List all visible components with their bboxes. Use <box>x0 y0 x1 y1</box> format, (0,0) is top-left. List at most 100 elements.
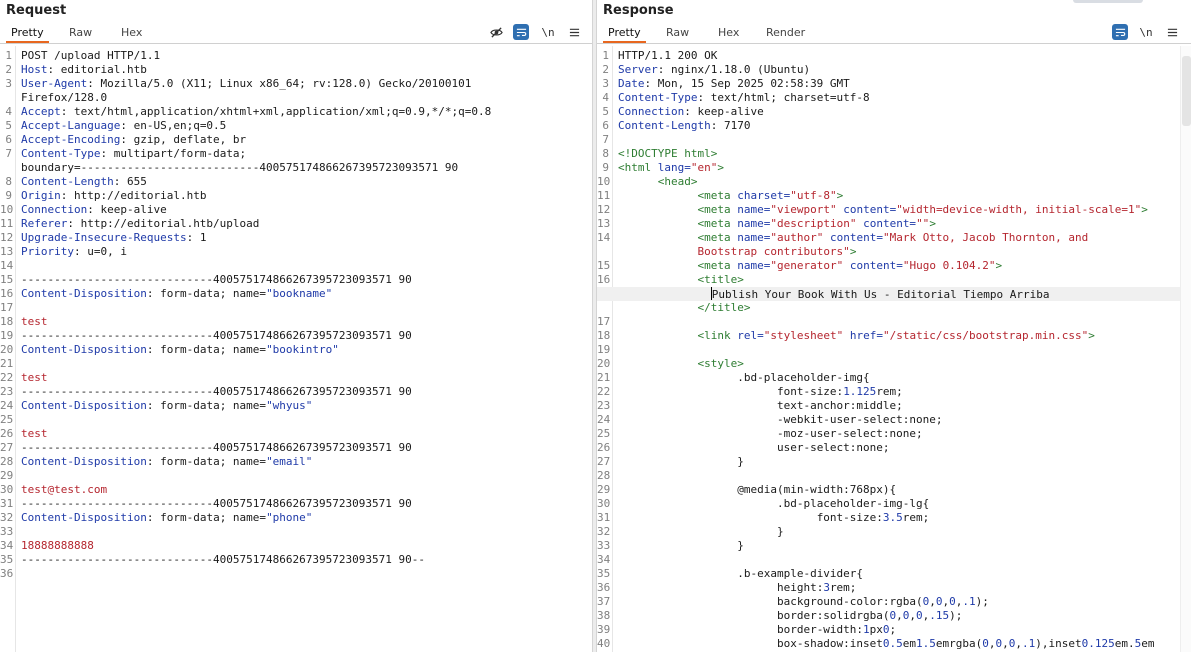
code-line[interactable]: 14 <meta name="author" content="Mark Ott… <box>597 231 1191 245</box>
code-line[interactable]: 12 <meta name="viewport" content="width=… <box>597 203 1191 217</box>
code-line[interactable]: 36 height:3rem; <box>597 581 1191 595</box>
code-line[interactable]: 18 <link rel="stylesheet" href="/static/… <box>597 329 1191 343</box>
code-line[interactable]: 9 <html lang="en"> <box>597 161 1191 175</box>
code-line[interactable]: 29 @media(min-width:768px){ <box>597 483 1191 497</box>
code-line[interactable]: 25 <box>0 413 592 427</box>
code-line[interactable]: Publish Your Book With Us - Editorial Ti… <box>597 287 1191 301</box>
code-line[interactable]: 13 <meta name="description" content=""> <box>597 217 1191 231</box>
code-line[interactable]: Bootstrap contributors"> <box>597 245 1191 259</box>
code-line[interactable]: 10 Connection: keep-alive <box>0 203 592 217</box>
code-line[interactable]: 37 background-color:rgba(0,0,0,.1); <box>597 595 1191 609</box>
code-line[interactable]: 23 -----------------------------400575174… <box>0 385 592 399</box>
code-line[interactable]: 24 -webkit-user-select:none; <box>597 413 1191 427</box>
code-line[interactable]: 35 .b-example-divider{ <box>597 567 1191 581</box>
tab-request-hex[interactable]: Hex <box>116 26 147 43</box>
wrap-lines-icon[interactable] <box>1112 24 1128 40</box>
code-line[interactable]: 2 Server: nginx/1.18.0 (Ubuntu) <box>597 63 1191 77</box>
code-line[interactable]: 3 User-Agent: Mozilla/5.0 (X11; Linux x86… <box>0 77 592 91</box>
code-line[interactable]: 17 <box>0 301 592 315</box>
code-line[interactable]: 14 <box>0 259 592 273</box>
code-line[interactable]: 34 <box>597 553 1191 567</box>
code-line[interactable]: </title> <box>597 301 1191 315</box>
code-line[interactable]: 19 <box>597 343 1191 357</box>
code-line[interactable]: 16 <title> <box>597 273 1191 287</box>
code-line[interactable]: 21 <box>0 357 592 371</box>
code-line[interactable]: 7 Content-Type: multipart/form-data; <box>0 147 592 161</box>
tab-response-hex[interactable]: Hex <box>713 26 744 43</box>
code-line[interactable]: 2 Host: editorial.htb <box>0 63 592 77</box>
code-line[interactable]: 33 <box>0 525 592 539</box>
code-line[interactable]: 4 Content-Type: text/html; charset=utf-8 <box>597 91 1191 105</box>
menu-icon[interactable] <box>1164 24 1180 40</box>
code-line[interactable]: 6 Content-Length: 7170 <box>597 119 1191 133</box>
tab-request-pretty[interactable]: Pretty <box>6 26 49 43</box>
code-line[interactable]: Firefox/128.0 <box>0 91 592 105</box>
code-line[interactable]: 15 -----------------------------400575174… <box>0 273 592 287</box>
code-line[interactable]: 32 } <box>597 525 1191 539</box>
code-line[interactable]: 11 <meta charset="utf-8"> <box>597 189 1191 203</box>
code-line[interactable]: 9 Origin: http://editorial.htb <box>0 189 592 203</box>
code-line[interactable]: 21 .bd-placeholder-img{ <box>597 371 1191 385</box>
code-line[interactable]: 20 <style> <box>597 357 1191 371</box>
code-line[interactable]: 30 .bd-placeholder-img-lg{ <box>597 497 1191 511</box>
eye-slash-icon[interactable] <box>488 24 504 40</box>
code-line[interactable]: 7 <box>597 133 1191 147</box>
code-line[interactable]: 5 Connection: keep-alive <box>597 105 1191 119</box>
code-line[interactable]: 6 Accept-Encoding: gzip, deflate, br <box>0 133 592 147</box>
code-line[interactable]: 28 <box>597 469 1191 483</box>
line-text: test@test.com <box>21 483 108 496</box>
code-line[interactable]: 24 Content-Disposition: form-data; name="… <box>0 399 592 413</box>
code-line[interactable]: 1 HTTP/1.1 200 OK <box>597 49 1191 63</box>
code-line[interactable]: 38 border:solidrgba(0,0,0,.15); <box>597 609 1191 623</box>
code-line[interactable]: 18 test <box>0 315 592 329</box>
code-line[interactable]: 10 <head> <box>597 175 1191 189</box>
code-line[interactable]: 15 <meta name="generator" content="Hugo … <box>597 259 1191 273</box>
code-line[interactable]: 27 } <box>597 455 1191 469</box>
code-line[interactable]: 12 Upgrade-Insecure-Requests: 1 <box>0 231 592 245</box>
code-line[interactable]: 25 -moz-user-select:none; <box>597 427 1191 441</box>
code-line[interactable]: 23 text-anchor:middle; <box>597 399 1191 413</box>
code-line[interactable]: boundary=---------------------------4005… <box>0 161 592 175</box>
code-line[interactable]: 3 Date: Mon, 15 Sep 2025 02:58:39 GMT <box>597 77 1191 91</box>
code-line[interactable]: 5 Accept-Language: en-US,en;q=0.5 <box>0 119 592 133</box>
code-line[interactable]: 16 Content-Disposition: form-data; name="… <box>0 287 592 301</box>
code-line[interactable]: 30 test@test.com <box>0 483 592 497</box>
code-line[interactable]: 35 -----------------------------400575174… <box>0 553 592 567</box>
tab-response-render[interactable]: Render <box>761 26 810 43</box>
code-line[interactable]: 20 Content-Disposition: form-data; name="… <box>0 343 592 357</box>
menu-icon[interactable] <box>566 24 582 40</box>
code-line[interactable]: 4 Accept: text/html,application/xhtml+xml… <box>0 105 592 119</box>
code-line[interactable]: 8 <!DOCTYPE html> <box>597 147 1191 161</box>
tab-request-raw[interactable]: Raw <box>64 26 97 43</box>
newline-icon[interactable]: \n <box>540 24 556 40</box>
wrap-lines-icon[interactable] <box>513 24 529 40</box>
code-line[interactable]: 33 } <box>597 539 1191 553</box>
code-line[interactable]: 8 Content-Length: 655 <box>0 175 592 189</box>
response-scroll-track[interactable] <box>1180 46 1191 652</box>
code-line[interactable]: 27 -----------------------------400575174… <box>0 441 592 455</box>
code-line[interactable]: 13 Priority: u=0, i <box>0 245 592 259</box>
code-line[interactable]: 1 POST /upload HTTP/1.1 <box>0 49 592 63</box>
code-line[interactable]: 26 test <box>0 427 592 441</box>
code-line[interactable]: 34 18888888888 <box>0 539 592 553</box>
code-line[interactable]: 31 font-size:3.5rem; <box>597 511 1191 525</box>
code-line[interactable]: 19 -----------------------------400575174… <box>0 329 592 343</box>
code-line[interactable]: 29 <box>0 469 592 483</box>
request-editor[interactable]: 1 POST /upload HTTP/1.1 2 Host: editorial.h… <box>0 46 592 652</box>
code-line[interactable]: 28 Content-Disposition: form-data; name="… <box>0 455 592 469</box>
response-editor[interactable]: 1 HTTP/1.1 200 OK 2 Server: nginx/1.18.0 (U… <box>597 46 1191 652</box>
code-line[interactable]: 11 Referer: http://editorial.htb/upload <box>0 217 592 231</box>
code-line[interactable]: 22 font-size:1.125rem; <box>597 385 1191 399</box>
code-line[interactable]: 17 <box>597 315 1191 329</box>
code-line[interactable]: 40 box-shadow:inset0.5em1.5emrgba(0,0,0,… <box>597 637 1191 651</box>
code-line[interactable]: 26 user-select:none; <box>597 441 1191 455</box>
tab-response-pretty[interactable]: Pretty <box>603 26 646 43</box>
code-line[interactable]: 39 border-width:1px0; <box>597 623 1191 637</box>
code-line[interactable]: 22 test <box>0 371 592 385</box>
newline-icon[interactable]: \n <box>1138 24 1154 40</box>
code-line[interactable]: 32 Content-Disposition: form-data; name="… <box>0 511 592 525</box>
tab-response-raw[interactable]: Raw <box>661 26 694 43</box>
code-line[interactable]: 36 <box>0 567 592 581</box>
code-line[interactable]: 31 -----------------------------400575174… <box>0 497 592 511</box>
response-scrollbar-thumb[interactable] <box>1182 56 1191 126</box>
